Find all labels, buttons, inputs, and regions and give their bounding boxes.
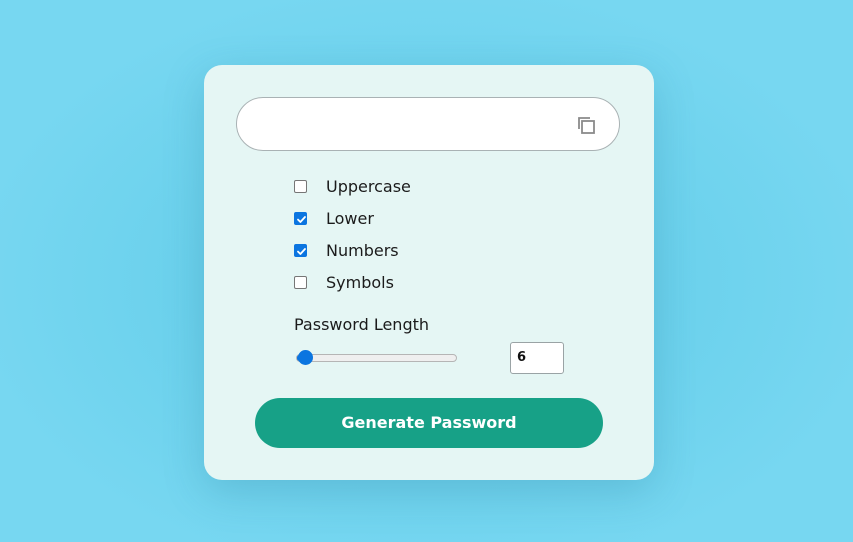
- password-output-field[interactable]: [257, 108, 561, 142]
- option-symbols[interactable]: Symbols: [294, 269, 494, 301]
- character-options: Uppercase Lower Numbers Symbols: [294, 173, 494, 301]
- lower-label[interactable]: Lower: [326, 209, 374, 228]
- copy-icon[interactable]: [576, 115, 596, 135]
- password-output-box: [236, 97, 620, 151]
- password-length-label: Password Length: [294, 315, 430, 334]
- symbols-checkbox[interactable]: [294, 276, 307, 289]
- option-uppercase[interactable]: Uppercase: [294, 173, 494, 205]
- symbols-label[interactable]: Symbols: [326, 273, 394, 292]
- slider-thumb[interactable]: [298, 350, 313, 365]
- uppercase-label[interactable]: Uppercase: [326, 177, 411, 196]
- numbers-label[interactable]: Numbers: [326, 241, 399, 260]
- password-generator-card: Uppercase Lower Numbers Symbols Password…: [204, 65, 654, 480]
- option-lower[interactable]: Lower: [294, 205, 494, 237]
- option-numbers[interactable]: Numbers: [294, 237, 494, 269]
- lower-checkbox[interactable]: [294, 212, 307, 225]
- uppercase-checkbox[interactable]: [294, 180, 307, 193]
- checkmark-icon: [297, 216, 306, 223]
- numbers-checkbox[interactable]: [294, 244, 307, 257]
- password-length-input[interactable]: 6: [510, 342, 564, 374]
- generate-password-button[interactable]: Generate Password: [255, 398, 603, 448]
- checkmark-icon: [297, 248, 306, 255]
- password-length-slider[interactable]: [296, 354, 457, 362]
